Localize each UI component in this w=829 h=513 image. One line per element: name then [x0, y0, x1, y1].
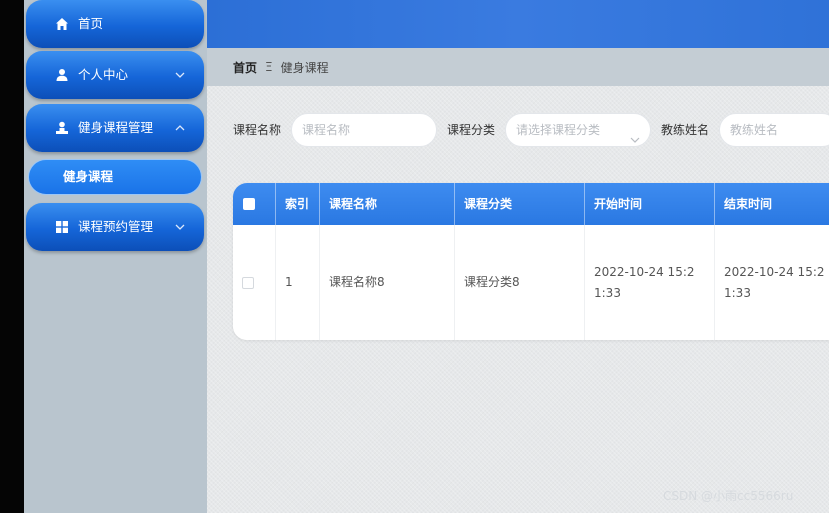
sidebar: 首页 个人中心 健身课程管理 健身课程 课程预约管理	[24, 0, 207, 513]
sidebar-item-personal-center[interactable]: 个人中心	[26, 51, 204, 99]
column-header[interactable]: 结束时间	[715, 183, 829, 225]
table-header: 索引 课程名称 课程分类 开始时间 结束时间	[233, 183, 829, 225]
column-header[interactable]: 索引	[276, 183, 320, 225]
cell-course-name: 课程名称8	[320, 225, 455, 340]
breadcrumb-home[interactable]: 首页	[233, 59, 257, 76]
course-name-label: 课程名称	[233, 123, 282, 137]
sidebar-subitem-label: 健身课程	[63, 169, 114, 184]
main-content: 首页 Ξ 健身课程 课程名称 课程分类 请选择课程分类 教练姓名 索引 课程名称…	[207, 0, 829, 513]
cell-category: 课程分类8	[455, 225, 585, 340]
breadcrumb-current: 健身课程	[280, 60, 329, 75]
column-header[interactable]: 课程名称	[320, 183, 455, 225]
course-name-input[interactable]	[291, 113, 437, 147]
home-icon	[55, 17, 69, 31]
chevron-down-icon	[174, 221, 186, 233]
sidebar-item-course-booking-management[interactable]: 课程预约管理	[26, 203, 204, 251]
sidebar-item-label: 课程预约管理	[78, 219, 154, 234]
row-checkbox[interactable]	[242, 276, 254, 289]
column-header[interactable]: 开始时间	[585, 183, 715, 225]
category-select-placeholder: 请选择课程分类	[516, 123, 601, 137]
left-edge	[0, 0, 24, 513]
header-select-all-cell	[233, 183, 276, 225]
table-row[interactable]: 1 课程名称8 课程分类8 2022-10-24 15:21:33 2022-1…	[233, 225, 829, 340]
category-select[interactable]: 请选择课程分类	[505, 113, 651, 147]
cell-text: 1	[285, 275, 293, 289]
row-select-cell	[233, 225, 276, 340]
coach-name-input[interactable]	[719, 113, 829, 147]
sidebar-item-label: 健身课程管理	[78, 120, 154, 135]
top-header-bar	[207, 0, 829, 48]
chevron-down-icon	[630, 125, 640, 143]
person-icon	[55, 121, 69, 135]
category-label: 课程分类	[447, 123, 496, 137]
sidebar-item-label: 首页	[78, 16, 104, 31]
cell-text: 课程分类8	[464, 275, 520, 289]
sidebar-item-fitness-course-management[interactable]: 健身课程管理	[26, 104, 204, 152]
cell-text: 2022-10-24 15:21:33	[724, 264, 825, 300]
cell-text: 2022-10-24 15:21:33	[594, 264, 695, 300]
cell-text: 课程名称8	[329, 275, 385, 289]
cell-index: 1	[276, 225, 320, 340]
select-all-checkbox[interactable]	[243, 198, 255, 210]
column-header[interactable]: 课程分类	[455, 183, 585, 225]
cell-end-time: 2022-10-24 15:21:33	[715, 225, 829, 340]
sidebar-item-label: 个人中心	[78, 67, 129, 82]
cell-start-time: 2022-10-24 15:21:33	[585, 225, 715, 340]
coach-name-label: 教练姓名	[661, 123, 710, 137]
sidebar-item-home[interactable]: 首页	[26, 0, 204, 48]
course-table: 索引 课程名称 课程分类 开始时间 结束时间 1 课程名称8 课程分类8 202…	[233, 183, 829, 340]
chevron-down-icon	[174, 69, 186, 81]
search-form: 课程名称 课程分类 请选择课程分类 教练姓名	[207, 113, 829, 147]
sidebar-subitem-fitness-course[interactable]: 健身课程	[28, 159, 202, 195]
watermark: CSDN @小雨cc5566ru	[663, 489, 794, 503]
breadcrumb: 首页 Ξ 健身课程	[207, 48, 829, 86]
breadcrumb-separator: Ξ	[265, 60, 273, 74]
grid-icon	[55, 220, 69, 234]
chevron-up-icon	[174, 122, 186, 134]
user-icon	[55, 68, 69, 82]
